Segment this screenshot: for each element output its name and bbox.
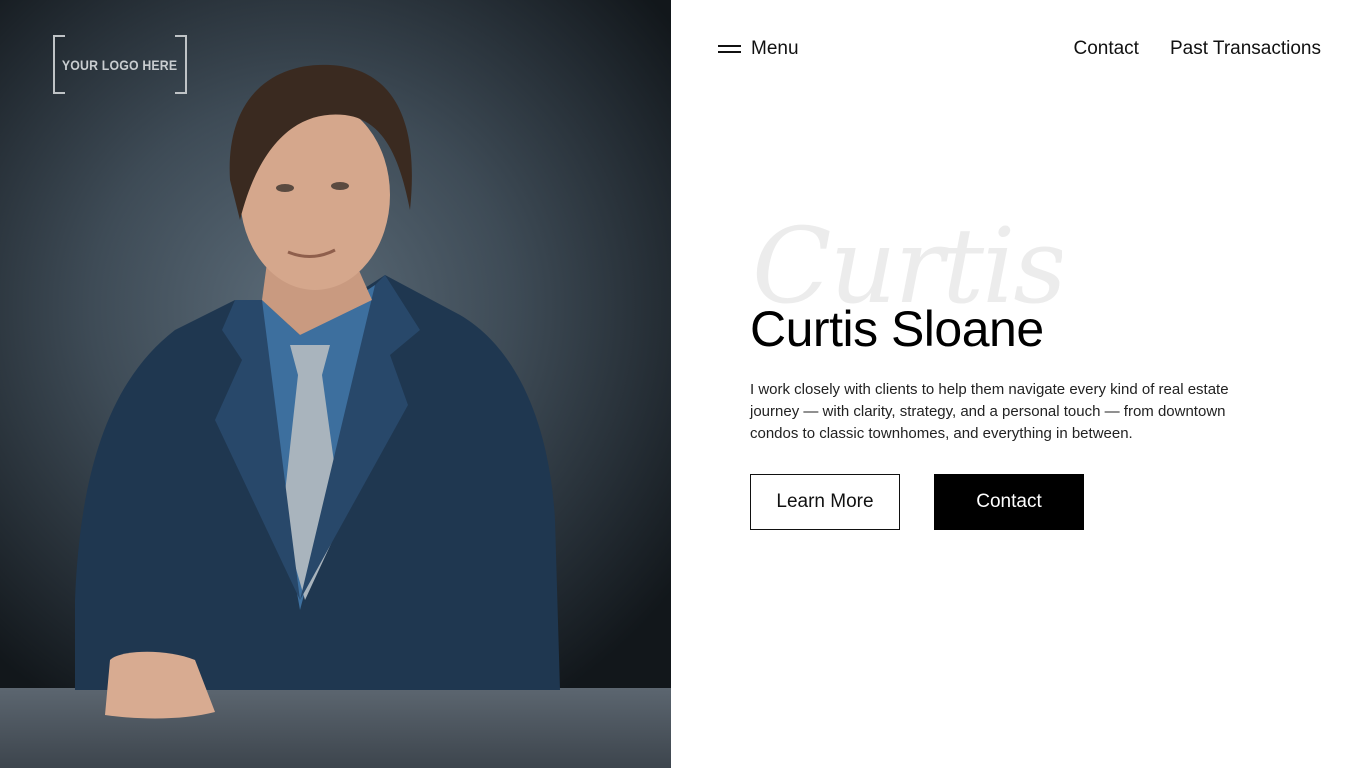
agent-bio-text: I work closely with clients to help them… — [750, 381, 1229, 442]
nav-link-contact[interactable]: Contact — [1073, 38, 1138, 60]
hamburger-menu-icon — [718, 45, 741, 53]
nav-link-past-transactions[interactable]: Past Transactions — [1170, 38, 1321, 60]
agent-name-heading: Curtis Sloane — [750, 301, 1044, 357]
contact-button[interactable]: Contact — [934, 474, 1084, 530]
agent-portrait-photo — [75, 64, 560, 719]
menu-label: Menu — [751, 38, 799, 59]
logo-text: YOUR LOGO HERE — [62, 56, 178, 73]
logo-bracket-right — [175, 35, 187, 94]
learn-more-button[interactable]: Learn More — [750, 474, 900, 530]
hero-photo-panel: YOUR LOGO HERE — [0, 0, 671, 768]
top-nav: Contact Past Transactions — [1073, 36, 1321, 62]
site-logo[interactable]: YOUR LOGO HERE — [53, 35, 187, 94]
menu-toggle[interactable]: Menu — [718, 36, 799, 62]
